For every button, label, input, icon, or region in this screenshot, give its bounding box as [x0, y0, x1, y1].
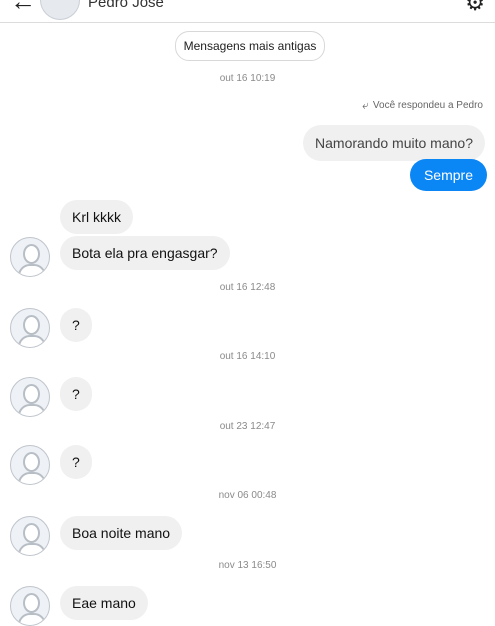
sender-avatar[interactable]	[10, 586, 50, 626]
reply-note-text: Você respondeu a Pedro	[372, 100, 483, 111]
timestamp: out 23 12:47	[219, 421, 276, 432]
incoming-message-bubble[interactable]: ?	[60, 445, 92, 479]
reply-icon: ⤶	[362, 98, 369, 112]
arrow-left-icon[interactable]: ←	[10, 0, 36, 14]
sender-avatar[interactable]	[10, 377, 50, 417]
sender-avatar[interactable]	[10, 445, 50, 485]
incoming-message-bubble[interactable]: Bota ela pra engasgar?	[60, 236, 230, 270]
chat-header: ← Pedro José ⚙	[0, 0, 495, 23]
sender-avatar[interactable]	[10, 308, 50, 348]
incoming-message-bubble[interactable]: Boa noite mano	[60, 516, 183, 550]
incoming-message-bubble[interactable]: Krl kkkk	[60, 200, 133, 234]
timestamp: nov 13 16:50	[218, 560, 277, 571]
sender-avatar[interactable]	[10, 516, 50, 556]
incoming-message-bubble[interactable]: ?	[60, 308, 92, 342]
timestamp: nov 06 00:48	[218, 490, 277, 501]
outgoing-message-bubble[interactable]: Sempre	[409, 159, 487, 191]
gear-icon[interactable]: ⚙	[465, 0, 485, 16]
incoming-message-bubble[interactable]: Eae mano	[60, 586, 148, 620]
sender-avatar[interactable]	[10, 237, 50, 277]
reply-note: ⤶ Você respondeu a Pedro	[362, 98, 483, 113]
older-messages-button[interactable]: Mensagens mais antigas	[175, 31, 325, 61]
timestamp: out 16 12:48	[219, 282, 276, 293]
timestamp: out 16 10:19	[219, 73, 276, 84]
quoted-message-bubble[interactable]: Namorando muito mano?	[303, 125, 485, 161]
contact-name[interactable]: Pedro José	[88, 0, 164, 11]
incoming-message-bubble[interactable]: ?	[60, 377, 92, 411]
timestamp: out 16 14:10	[219, 351, 276, 362]
contact-avatar[interactable]	[40, 0, 80, 20]
